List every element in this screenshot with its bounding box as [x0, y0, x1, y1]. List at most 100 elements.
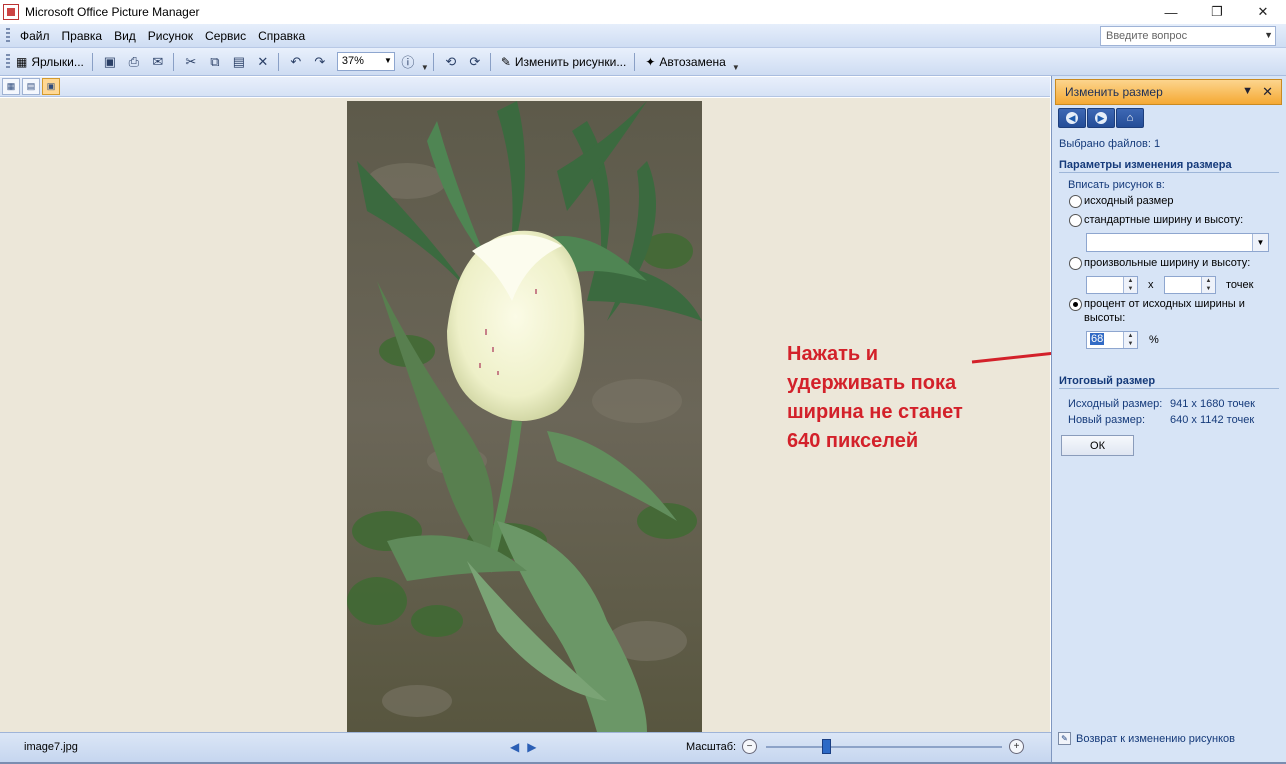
menu-grip-icon[interactable] [6, 27, 10, 44]
zoom-in-icon[interactable]: + [1009, 739, 1024, 754]
edit-pictures-icon: ✎ [1058, 732, 1071, 745]
edit-pictures-label: Изменить рисунки... [514, 54, 627, 69]
return-to-edit-link[interactable]: ✎ Возврат к изменению рисунков [1058, 732, 1235, 745]
original-size-value: 941 x 1680 точек [1170, 398, 1255, 410]
custom-height-input[interactable]: ▲ ▼ [1164, 276, 1216, 294]
close-icon[interactable]: ✕ [1262, 84, 1273, 100]
radio-custom-label: произвольные ширину и высоту: [1084, 257, 1251, 269]
radio-percent-size[interactable] [1069, 298, 1082, 311]
menu-edit[interactable]: Правка [62, 29, 103, 43]
resize-task-pane: Изменить размер ▼ ✕ ◀ ▶ ⌂ Выбрано файлов… [1051, 76, 1286, 762]
thumbnail-view-icon[interactable]: ▦ [2, 78, 20, 95]
paste-icon[interactable]: ▤ [228, 51, 250, 73]
radio-custom-size[interactable] [1069, 257, 1082, 270]
chevron-down-icon[interactable]: ▼ [1252, 234, 1268, 251]
menu-view[interactable]: Вид [114, 29, 136, 43]
edit-pictures-button[interactable]: ✎ Изменить рисунки... [497, 51, 630, 73]
menu-help[interactable]: Справка [258, 29, 305, 43]
radio-original-label: исходный размер [1084, 195, 1174, 207]
annotation-line-1: Нажать и [787, 343, 879, 365]
fit-label: Вписать рисунок в: [1068, 179, 1165, 191]
percent-value: 68 [1090, 333, 1105, 345]
email-icon[interactable]: ✉ [147, 51, 169, 73]
new-size-label: Новый размер: [1068, 414, 1146, 426]
percent-input[interactable]: 68 ▲ ▼ [1086, 331, 1138, 349]
ok-button[interactable]: ОК [1061, 435, 1134, 456]
zoom-value: 37% [341, 55, 364, 67]
zoom-slider-track[interactable] [766, 746, 1002, 748]
copy-icon[interactable]: ⧉ [204, 51, 226, 73]
zoom-out-icon[interactable]: − [742, 739, 757, 754]
chevron-down-icon[interactable]: ▼ [1264, 30, 1273, 40]
radio-percent-label-2: высоты: [1084, 312, 1126, 324]
tulip-photo-image [347, 101, 702, 732]
cut-icon[interactable]: ✂ [180, 51, 202, 73]
shortcuts-button[interactable]: ▦ Ярлыки... [12, 51, 88, 73]
print-icon[interactable]: ⎙ [123, 51, 145, 73]
toolbar-options-icon[interactable]: ▼ [732, 52, 740, 72]
standard-size-select[interactable]: ▼ [1086, 233, 1269, 252]
standard-toolbar: ▦ Ярлыки... ▣ ⎙ ✉ ✂ ⧉ ▤ ✕ ↶ ↷ 37% ▼ ⓘ ▼ … [0, 48, 1286, 76]
status-bar: image7.jpg ◀ ▶ Масштаб: − + [0, 732, 1051, 762]
back-icon: ◀ [1066, 112, 1078, 124]
menu-file[interactable]: Файл [20, 29, 50, 43]
next-picture-icon[interactable]: ▶ [527, 740, 536, 754]
rotate-left-icon[interactable]: ⟲ [440, 51, 462, 73]
maximize-button[interactable]: ❐ [1194, 0, 1240, 24]
return-to-edit-label: Возврат к изменению рисунков [1076, 732, 1235, 745]
annotation-line-3: ширина не станет [787, 401, 963, 423]
home-icon: ⌂ [1126, 112, 1134, 124]
toolbar-grip-icon[interactable] [6, 53, 10, 70]
help-icon[interactable]: ⓘ [397, 51, 419, 73]
annotation-text: Нажать и удерживать пока ширина не стане… [787, 340, 1027, 456]
zoom-slider-thumb[interactable] [822, 739, 831, 754]
custom-width-input[interactable]: ▲ ▼ [1086, 276, 1138, 294]
redo-icon[interactable]: ↷ [309, 51, 331, 73]
previous-picture-icon[interactable]: ◀ [510, 740, 519, 754]
autofix-icon: ✦ [645, 54, 656, 69]
pane-title: Изменить размер [1065, 85, 1163, 99]
menu-picture[interactable]: Рисунок [148, 29, 193, 43]
view-mode-bar: ▦ ▤ ▣ [0, 77, 1050, 97]
custom-unit-label: точек [1226, 279, 1254, 291]
zoom-scale-label: Масштаб: [686, 741, 737, 753]
undo-icon[interactable]: ↶ [285, 51, 307, 73]
radio-standard-size[interactable] [1069, 214, 1082, 227]
single-picture-view-icon[interactable]: ▣ [42, 78, 60, 95]
tulip-photo [347, 101, 702, 732]
new-size-value: 640 x 1142 точек [1170, 414, 1255, 426]
toolbar-separator [91, 52, 93, 71]
resize-params-heading: Параметры изменения размера [1059, 159, 1279, 173]
autofix-button[interactable]: ✦ Автозамена [641, 51, 729, 73]
ask-question-input[interactable]: Введите вопрос ▼ [1100, 26, 1276, 46]
shortcuts-icon: ▦ [16, 54, 28, 69]
toolbar-separator [172, 52, 174, 71]
window-controls: — ❐ ✕ [1148, 0, 1286, 24]
edit-pictures-icon: ✎ [500, 54, 511, 69]
chevron-down-icon[interactable]: ▼ [384, 56, 392, 65]
delete-icon[interactable]: ✕ [252, 51, 274, 73]
filmstrip-view-icon[interactable]: ▤ [22, 78, 40, 95]
close-button[interactable]: ✕ [1240, 0, 1286, 24]
percent-spinner-icon[interactable]: ▲ ▼ [1123, 332, 1137, 348]
pane-header: Изменить размер ▼ ✕ [1055, 79, 1282, 105]
menu-bar: Файл Правка Вид Рисунок Сервис Справка В… [0, 24, 1286, 48]
annotation-line-2: удерживать пока [787, 372, 957, 394]
percent-unit-label: % [1149, 334, 1159, 346]
toolbar-options-icon[interactable]: ▼ [421, 52, 429, 72]
height-spinner-icon[interactable]: ▲ ▼ [1201, 277, 1215, 293]
radio-original-size[interactable] [1069, 195, 1082, 208]
back-button[interactable]: ◀ [1058, 108, 1086, 128]
zoom-select[interactable]: 37% ▼ [336, 52, 395, 71]
forward-button[interactable]: ▶ [1087, 108, 1115, 128]
chevron-down-icon[interactable]: ▼ [1242, 85, 1253, 97]
autofix-label: Автозамена [659, 54, 726, 69]
minimize-button[interactable]: — [1148, 0, 1194, 24]
result-size-heading: Итоговый размер [1059, 375, 1279, 389]
home-button[interactable]: ⌂ [1116, 108, 1144, 128]
width-spinner-icon[interactable]: ▲ ▼ [1123, 277, 1137, 293]
rotate-right-icon[interactable]: ⟳ [464, 51, 486, 73]
radio-standard-label: стандартные ширину и высоту: [1084, 214, 1244, 226]
menu-tools[interactable]: Сервис [205, 29, 246, 43]
save-icon[interactable]: ▣ [99, 51, 121, 73]
